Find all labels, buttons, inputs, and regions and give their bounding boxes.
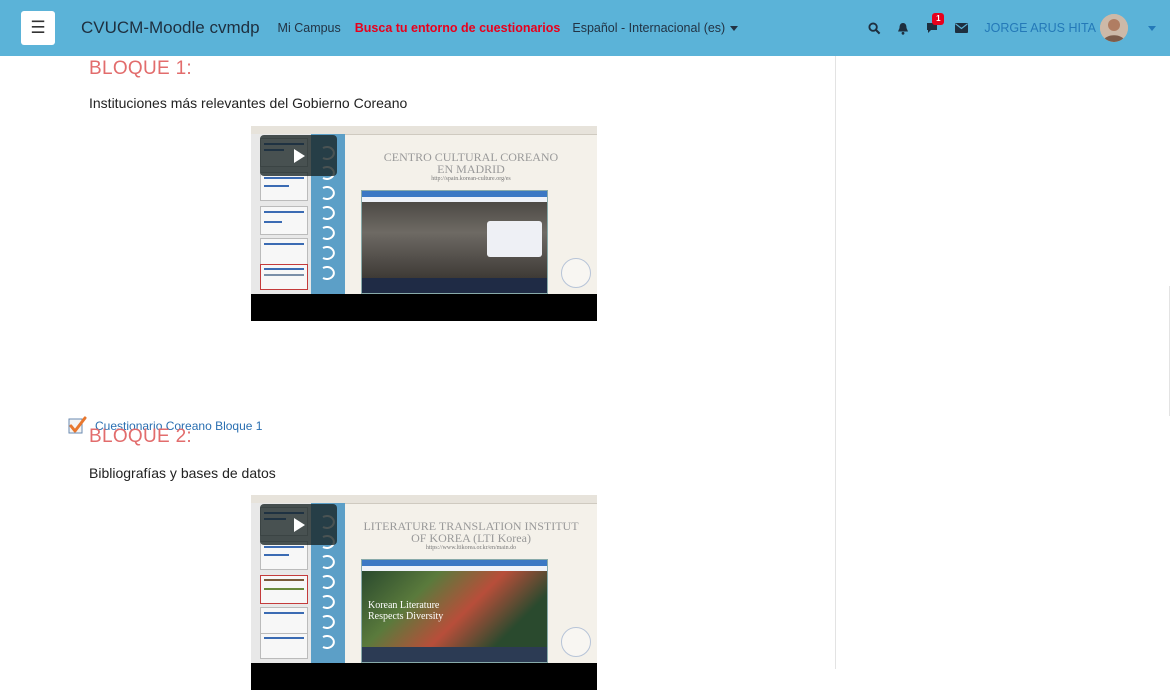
play-button[interactable] (260, 135, 337, 176)
search-icon[interactable] (868, 21, 881, 35)
section-title-bloque-2: BLOQUE 2: (89, 426, 193, 447)
nav-link-quiz-finder[interactable]: Busca tu entorno de cuestionarios (355, 21, 561, 35)
slide-title: LITERATURE TRANSLATION INSTITUT OF KOREA… (363, 519, 579, 551)
chevron-down-icon (730, 25, 739, 31)
play-button[interactable] (260, 504, 337, 545)
slide-browser-screenshot: Korean Literature Respects Diversity (361, 559, 548, 663)
top-navbar: ☰ CVUCM-Moodle cvmdp Mi Campus Busca tu … (0, 0, 1170, 56)
video-player-bloque-2[interactable]: LITERATURE TRANSLATION INSTITUT OF KOREA… (251, 495, 597, 690)
nav-link-mi-campus[interactable]: Mi Campus (278, 21, 341, 35)
messages-button[interactable]: 1 (925, 13, 945, 35)
emblem-icon (561, 258, 591, 288)
course-content: BLOQUE 1: Instituciones más relevantes d… (0, 56, 836, 690)
user-name[interactable]: JORGE ARUS HITA (984, 21, 1096, 35)
section-subtitle-bloque-2: Bibliografías y bases de datos (89, 465, 276, 481)
slide-title: CENTRO CULTURAL COREANO EN MADRID http:/… (383, 150, 559, 182)
play-icon (293, 517, 305, 532)
language-menu[interactable]: Español - Internacional (es) (572, 21, 739, 35)
slide-hero-text: Korean Literature Respects Diversity (368, 600, 444, 622)
avatar[interactable] (1100, 14, 1128, 42)
user-menu-chevron-down-icon[interactable] (1148, 25, 1156, 31)
slide-browser-screenshot (361, 190, 548, 294)
navbar-user-area: 1 JORGE ARUS HITA (868, 0, 1170, 56)
section-title-bloque-1: BLOQUE 1: (89, 58, 193, 79)
hamburger-icon: ☰ (30, 18, 46, 37)
language-label: Español - Internacional (es) (572, 21, 726, 35)
play-icon (293, 148, 305, 163)
notification-badge: 1 (932, 13, 945, 25)
section-subtitle-bloque-1: Instituciones más relevantes del Gobiern… (89, 95, 408, 111)
bell-icon[interactable] (897, 22, 909, 35)
right-block-region (836, 56, 1170, 669)
envelope-icon[interactable] (955, 23, 969, 33)
drawer-toggle-button[interactable]: ☰ (21, 11, 55, 45)
site-name[interactable]: CVUCM-Moodle cvmdp (81, 18, 260, 38)
video-player-bloque-1[interactable]: CENTRO CULTURAL COREANO EN MADRID http:/… (251, 126, 597, 321)
emblem-icon (561, 627, 591, 657)
quiz-checkmark-icon (68, 416, 87, 434)
